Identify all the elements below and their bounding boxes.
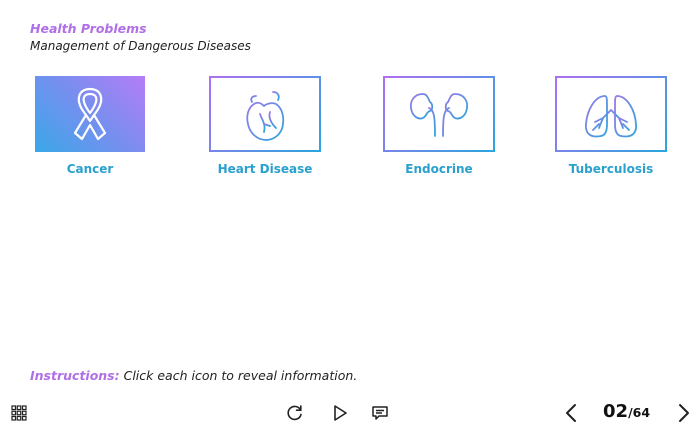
lungs-icon bbox=[585, 88, 637, 138]
next-button[interactable] bbox=[674, 402, 694, 424]
page-counter: 02/64 bbox=[603, 401, 650, 422]
instructions: Instructions: Click each icon to reveal … bbox=[30, 368, 357, 383]
card-heart-disease[interactable]: Heart Disease bbox=[209, 76, 321, 176]
ribbon-icon bbox=[73, 87, 107, 141]
card-tuberculosis-label[interactable]: Tuberculosis bbox=[555, 162, 667, 176]
card-tuberculosis[interactable]: Tuberculosis bbox=[555, 76, 667, 176]
captions-button[interactable] bbox=[370, 403, 390, 423]
card-cancer-tile[interactable] bbox=[35, 76, 145, 152]
next-icon bbox=[679, 404, 689, 422]
card-heart-disease-tile[interactable] bbox=[209, 76, 321, 152]
instructions-text: Click each icon to reveal information. bbox=[123, 368, 358, 383]
total-pages: /64 bbox=[628, 405, 651, 420]
card-tuberculosis-tile[interactable] bbox=[555, 76, 667, 152]
play-icon bbox=[334, 405, 347, 421]
header: Health Problems Management of Dangerous … bbox=[30, 21, 251, 54]
grid-menu-icon bbox=[11, 405, 27, 421]
player-controls: 02/64 bbox=[0, 397, 700, 430]
captions-icon bbox=[372, 406, 388, 420]
prev-icon bbox=[566, 404, 576, 422]
topic-cards: Cancer Heart Disease Endocrine Tuberculo… bbox=[0, 76, 700, 186]
card-cancer[interactable]: Cancer bbox=[34, 76, 146, 176]
play-button[interactable] bbox=[330, 403, 350, 423]
grid-menu-button[interactable] bbox=[10, 404, 28, 422]
page-subtitle: Management of Dangerous Diseases bbox=[30, 39, 251, 53]
card-endocrine-tile[interactable] bbox=[383, 76, 495, 152]
card-heart-disease-label[interactable]: Heart Disease bbox=[209, 162, 321, 176]
page-title: Health Problems bbox=[30, 21, 147, 36]
kidneys-icon bbox=[409, 93, 469, 137]
card-cancer-label[interactable]: Cancer bbox=[34, 162, 146, 176]
prev-button[interactable] bbox=[561, 402, 581, 424]
replay-icon bbox=[287, 405, 302, 421]
heart-icon bbox=[246, 87, 285, 141]
replay-button[interactable] bbox=[285, 403, 305, 423]
current-page: 02 bbox=[603, 401, 629, 422]
card-endocrine[interactable]: Endocrine bbox=[383, 76, 495, 176]
card-endocrine-label[interactable]: Endocrine bbox=[383, 162, 495, 176]
instructions-lead: Instructions: bbox=[30, 368, 120, 383]
